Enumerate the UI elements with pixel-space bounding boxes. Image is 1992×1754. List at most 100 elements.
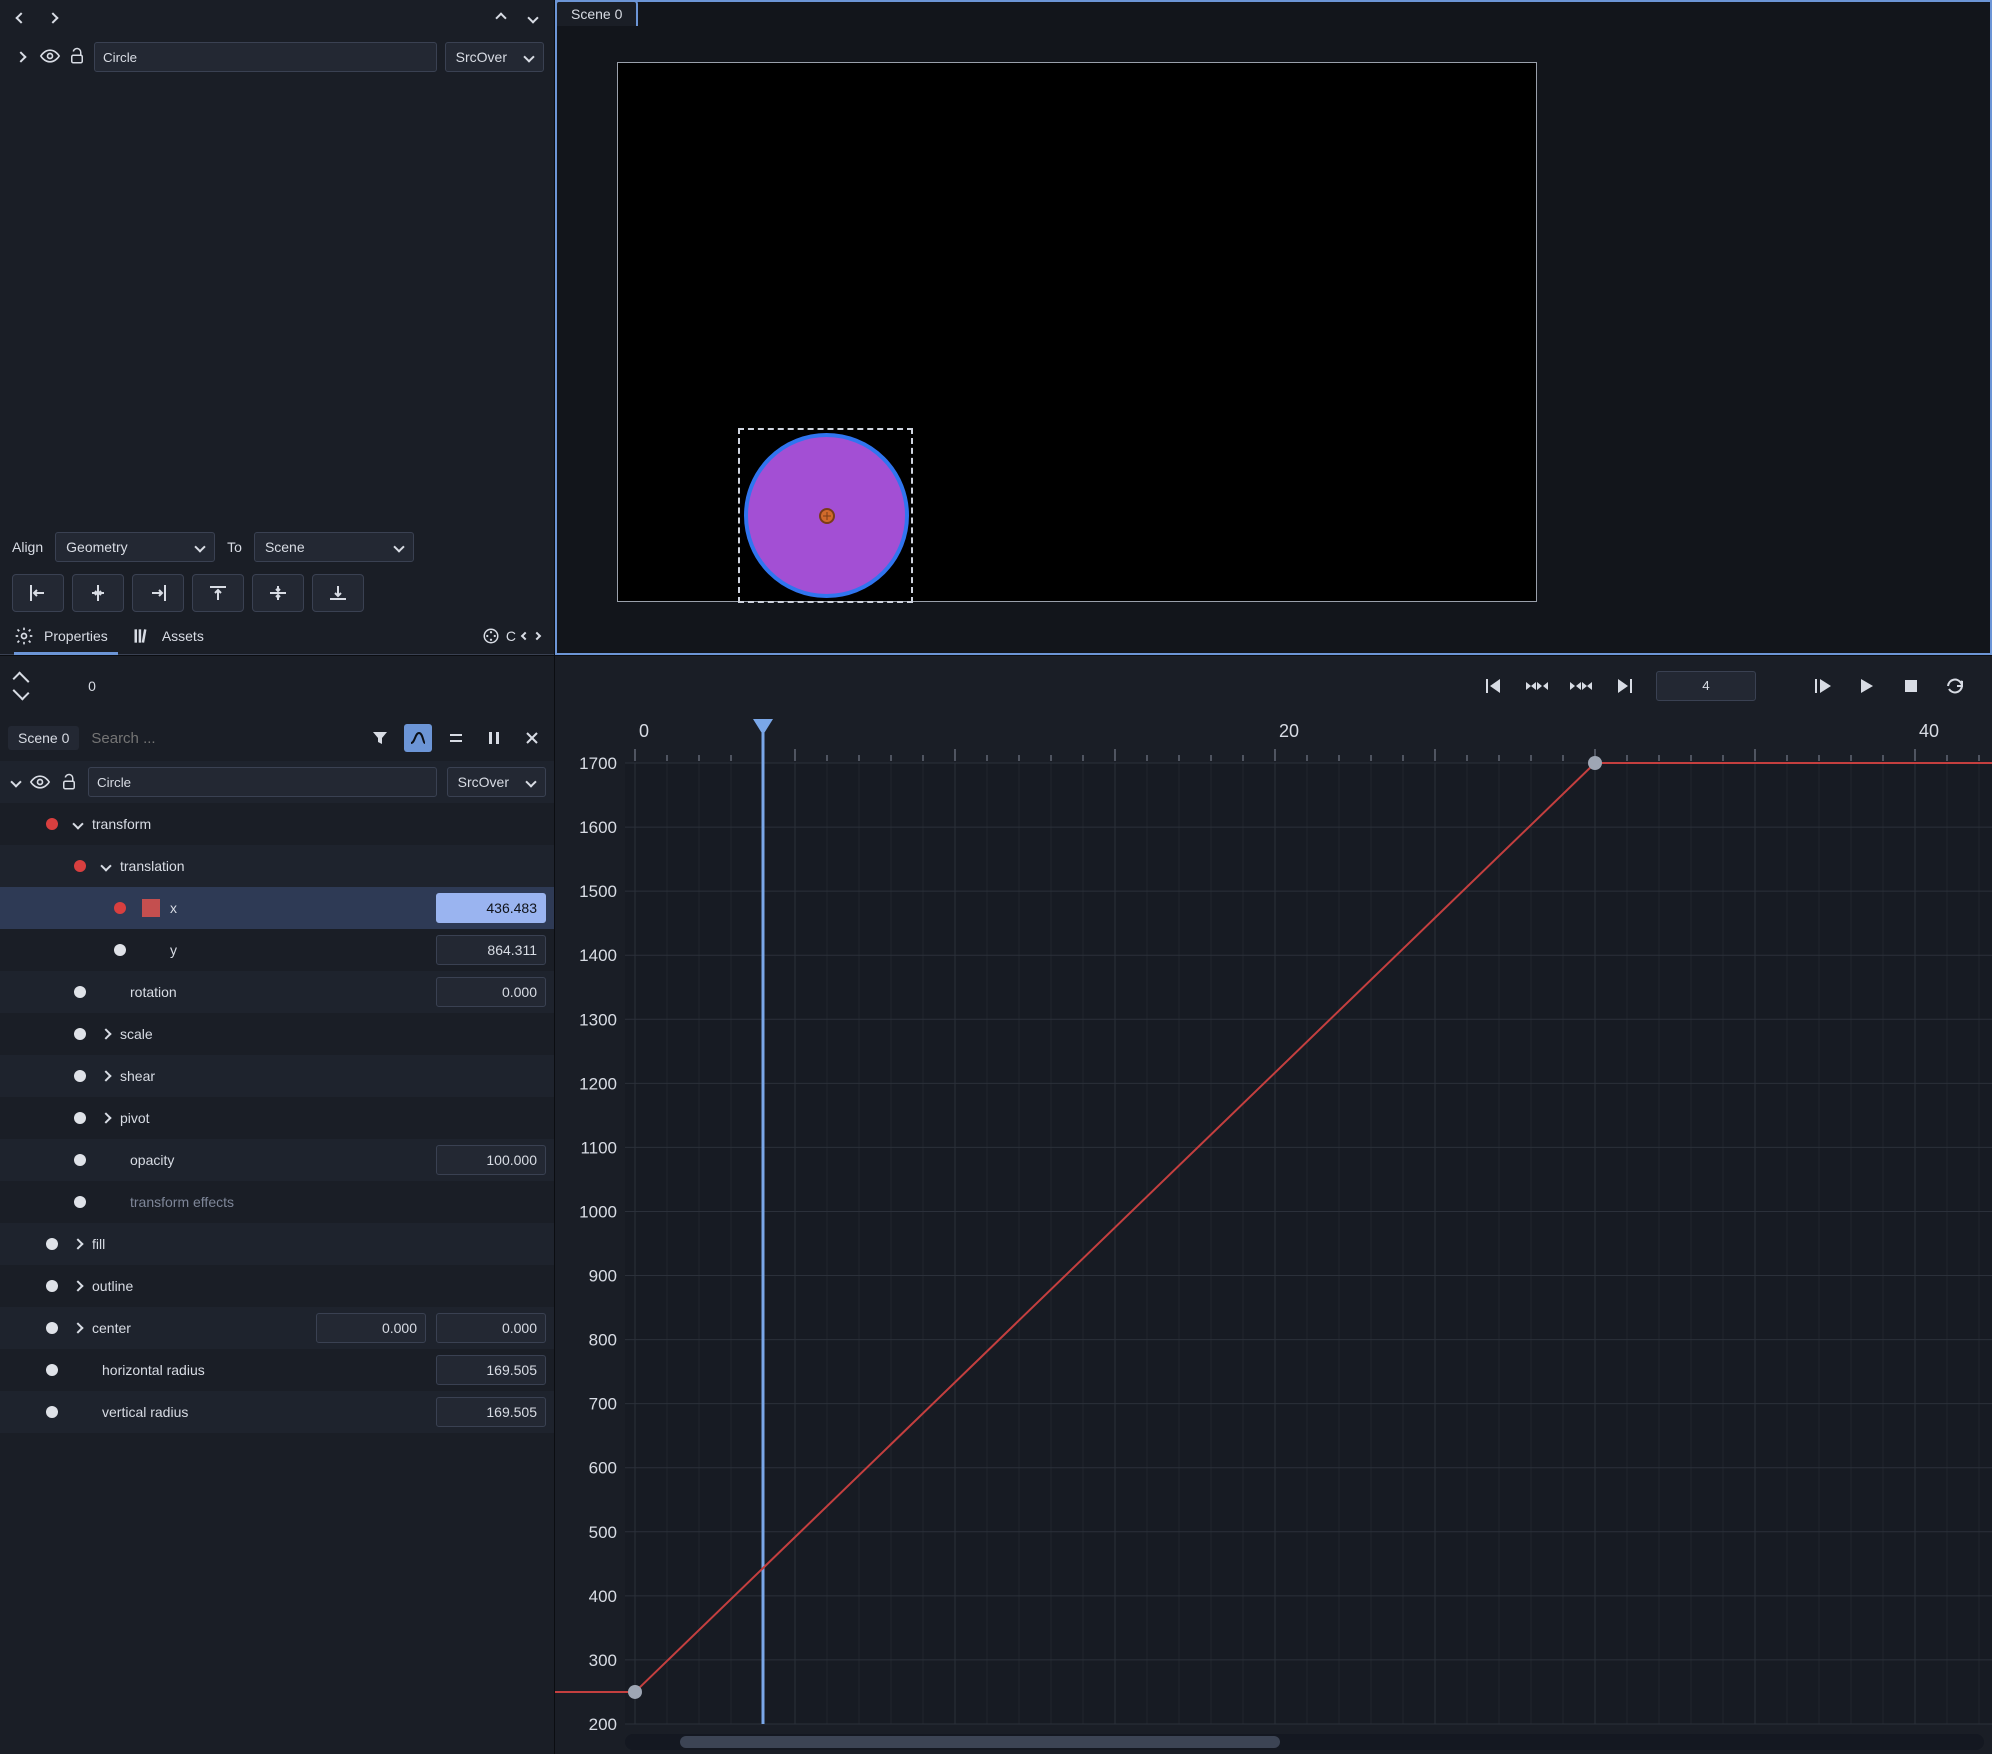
keyframe-indicator-icon[interactable] (74, 1196, 86, 1208)
align-left-button[interactable] (12, 574, 64, 612)
vradius-input[interactable]: 169.505 (436, 1397, 546, 1427)
eye-icon[interactable] (30, 772, 50, 792)
keyframe-indicator-icon[interactable] (74, 1070, 86, 1082)
chevron-right-icon[interactable] (72, 1238, 83, 1249)
horizontal-scrollbar[interactable] (625, 1734, 1984, 1750)
keyframe-indicator-icon[interactable] (74, 860, 86, 872)
nav-back-button[interactable] (10, 7, 32, 29)
play-button[interactable] (1854, 673, 1880, 699)
scene-tab[interactable]: Scene 0 (555, 0, 638, 26)
tab-assets[interactable]: Assets (132, 626, 204, 646)
blend-mode-select[interactable]: SrcOver (445, 42, 544, 72)
object-name-input[interactable] (94, 42, 437, 72)
chevron-down-icon[interactable] (14, 687, 28, 697)
tree-row-shear[interactable]: shear (0, 1055, 554, 1097)
tree-row-transform-effects[interactable]: transform effects (0, 1181, 554, 1223)
scroll-right-icon[interactable] (533, 632, 541, 640)
scrollbar-thumb[interactable] (680, 1736, 1280, 1748)
hradius-input[interactable]: 169.505 (436, 1355, 546, 1385)
keyframe-indicator-icon[interactable] (46, 818, 58, 830)
nav-forward-button[interactable] (42, 7, 64, 29)
go-start-button[interactable] (1480, 673, 1506, 699)
align-vcenter-button[interactable] (252, 574, 304, 612)
search-input[interactable] (89, 729, 356, 748)
chevron-down-icon[interactable] (72, 818, 83, 829)
x-value-input[interactable]: 436.483 (436, 893, 546, 923)
keyframe-indicator-icon[interactable] (46, 1364, 58, 1376)
scene-label[interactable]: Scene 0 (8, 726, 79, 750)
viewport-canvas[interactable] (617, 62, 1537, 602)
chevron-up-icon[interactable] (14, 675, 28, 685)
loop-button[interactable] (1942, 673, 1968, 699)
chevron-right-icon[interactable] (100, 1070, 111, 1081)
chevron-right-icon[interactable] (72, 1280, 83, 1291)
blend-mode-select[interactable]: SrcOver (447, 767, 546, 797)
close-button[interactable] (518, 724, 546, 752)
nav-down-button[interactable] (522, 7, 544, 29)
scroll-left-icon[interactable] (521, 632, 529, 640)
chevron-right-icon[interactable] (100, 1028, 111, 1039)
keyframe-indicator-icon[interactable] (46, 1322, 58, 1334)
prev-key-button[interactable] (1524, 673, 1550, 699)
keyframe-indicator-icon[interactable] (74, 1154, 86, 1166)
go-end-button[interactable] (1612, 673, 1638, 699)
y-value-input[interactable]: 864.311 (436, 935, 546, 965)
tree-row-scale[interactable]: scale (0, 1013, 554, 1055)
tree-row-opacity[interactable]: opacity 100.000 (0, 1139, 554, 1181)
expand-toggle[interactable] (10, 46, 32, 68)
selection-bounds[interactable] (738, 428, 913, 603)
chevron-down-icon[interactable] (10, 776, 21, 787)
align-right-button[interactable] (132, 574, 184, 612)
stop-button[interactable] (1898, 673, 1924, 699)
chevron-right-icon[interactable] (100, 1112, 111, 1123)
tab-properties[interactable]: Properties (14, 626, 108, 646)
align-hcenter-button[interactable] (72, 574, 124, 612)
keyframe-indicator-icon[interactable] (74, 1028, 86, 1040)
keyframe-indicator-icon[interactable] (74, 1112, 86, 1124)
align-target-select[interactable]: Scene (254, 532, 414, 562)
align-mode-select[interactable]: Geometry (55, 532, 215, 562)
keyframe-indicator-icon[interactable] (114, 902, 126, 914)
tree-row-hradius[interactable]: horizontal radius 169.505 (0, 1349, 554, 1391)
tree-row-rotation[interactable]: rotation 0.000 (0, 971, 554, 1013)
tree-row-center[interactable]: center 0.000 0.000 (0, 1307, 554, 1349)
curve-mode-button[interactable] (404, 724, 432, 752)
eye-icon[interactable] (40, 46, 60, 69)
lock-icon[interactable] (68, 47, 86, 68)
current-frame-input[interactable] (1656, 671, 1756, 701)
opacity-value-input[interactable]: 100.000 (436, 1145, 546, 1175)
chevron-right-icon[interactable] (72, 1322, 83, 1333)
frame-stepper[interactable] (14, 675, 28, 697)
keyframe-indicator-icon[interactable] (114, 944, 126, 956)
play-from-start-button[interactable] (1810, 673, 1836, 699)
pause-button[interactable] (480, 724, 508, 752)
rotation-value-input[interactable]: 0.000 (436, 977, 546, 1007)
tree-row-y[interactable]: y 864.311 (0, 929, 554, 971)
center-x-input[interactable]: 0.000 (316, 1313, 426, 1343)
tree-row-vradius[interactable]: vertical radius 169.505 (0, 1391, 554, 1433)
align-bottom-button[interactable] (312, 574, 364, 612)
tree-row-fill[interactable]: fill (0, 1223, 554, 1265)
tree-row-pivot[interactable]: pivot (0, 1097, 554, 1139)
lock-icon[interactable] (60, 773, 78, 791)
svg-text:1100: 1100 (580, 1138, 617, 1157)
align-top-button[interactable] (192, 574, 244, 612)
tree-row-outline[interactable]: outline (0, 1265, 554, 1307)
center-y-input[interactable]: 0.000 (436, 1313, 546, 1343)
object-name-input[interactable] (88, 767, 437, 797)
keyframe-indicator-icon[interactable] (46, 1280, 58, 1292)
keyframe-indicator-icon[interactable] (46, 1406, 58, 1418)
svg-text:40: 40 (1919, 721, 1939, 741)
menu-button[interactable] (442, 724, 470, 752)
chevron-down-icon[interactable] (100, 860, 111, 871)
keyframe-indicator-icon[interactable] (46, 1238, 58, 1250)
nav-up-button[interactable] (490, 7, 512, 29)
keyframe-indicator-icon[interactable] (74, 986, 86, 998)
tree-row-x[interactable]: x 436.483 (0, 887, 554, 929)
tree-row-circle[interactable]: SrcOver (0, 761, 554, 803)
next-key-button[interactable] (1568, 673, 1594, 699)
tree-row-translation[interactable]: translation (0, 845, 554, 887)
tree-row-transform[interactable]: transform (0, 803, 554, 845)
filter-button[interactable] (366, 724, 394, 752)
graph-editor[interactable]: 1700160015001400130012001100100090080070… (555, 715, 1992, 1754)
